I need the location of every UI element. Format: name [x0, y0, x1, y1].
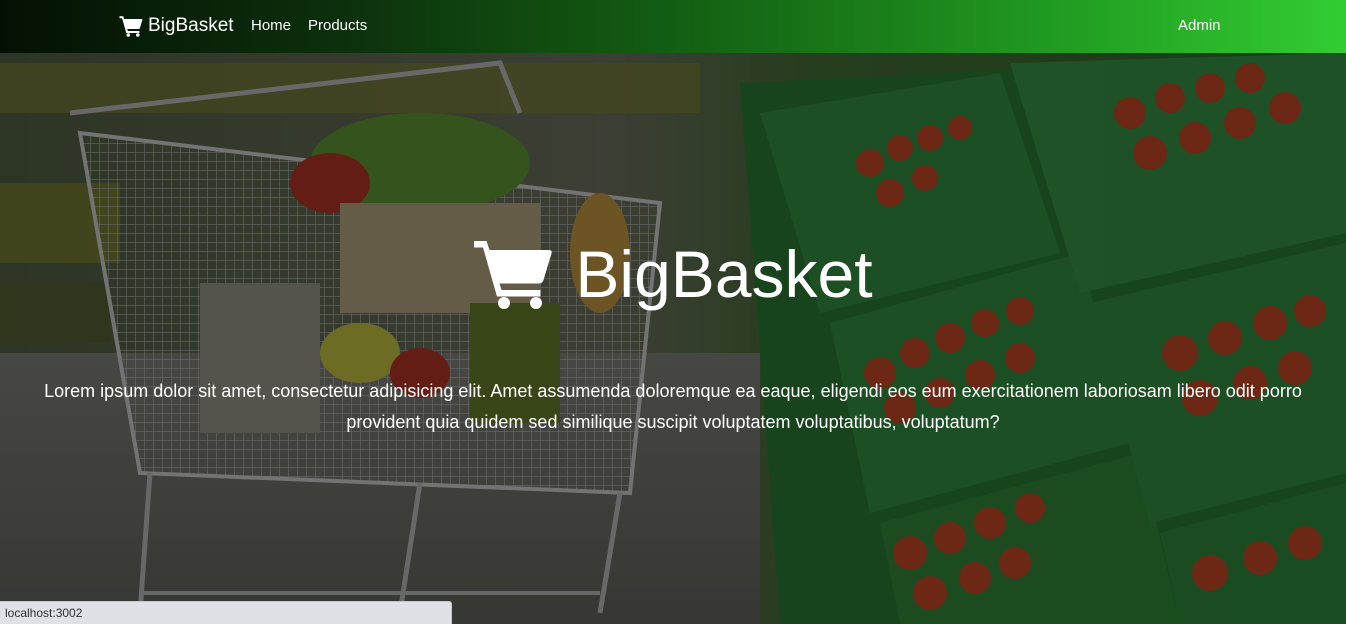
brand-link[interactable]: BigBasket	[119, 14, 234, 38]
nav-link-products[interactable]: Products	[308, 16, 367, 36]
shopping-cart-icon	[473, 238, 575, 310]
navbar: BigBasket Home Products Admin	[0, 0, 1346, 53]
browser-status-bar: localhost:3002	[0, 601, 452, 624]
brand-label: BigBasket	[148, 15, 234, 36]
hero-lead-text: Lorem ipsum dolor sit amet, consectetur …	[44, 381, 1302, 432]
nav-link-admin[interactable]: Admin	[1178, 16, 1221, 36]
hero-dark-overlay	[0, 53, 1346, 624]
status-url: localhost:3002	[5, 606, 83, 620]
hero-heading: BigBasket	[0, 237, 1346, 311]
shopping-cart-icon	[119, 15, 143, 37]
nav-link-home[interactable]: Home	[251, 16, 291, 36]
hero-section	[0, 53, 1346, 624]
hero-title: BigBasket	[575, 237, 873, 311]
page: BigBasket Home Products Admin BigBasket …	[0, 0, 1346, 624]
